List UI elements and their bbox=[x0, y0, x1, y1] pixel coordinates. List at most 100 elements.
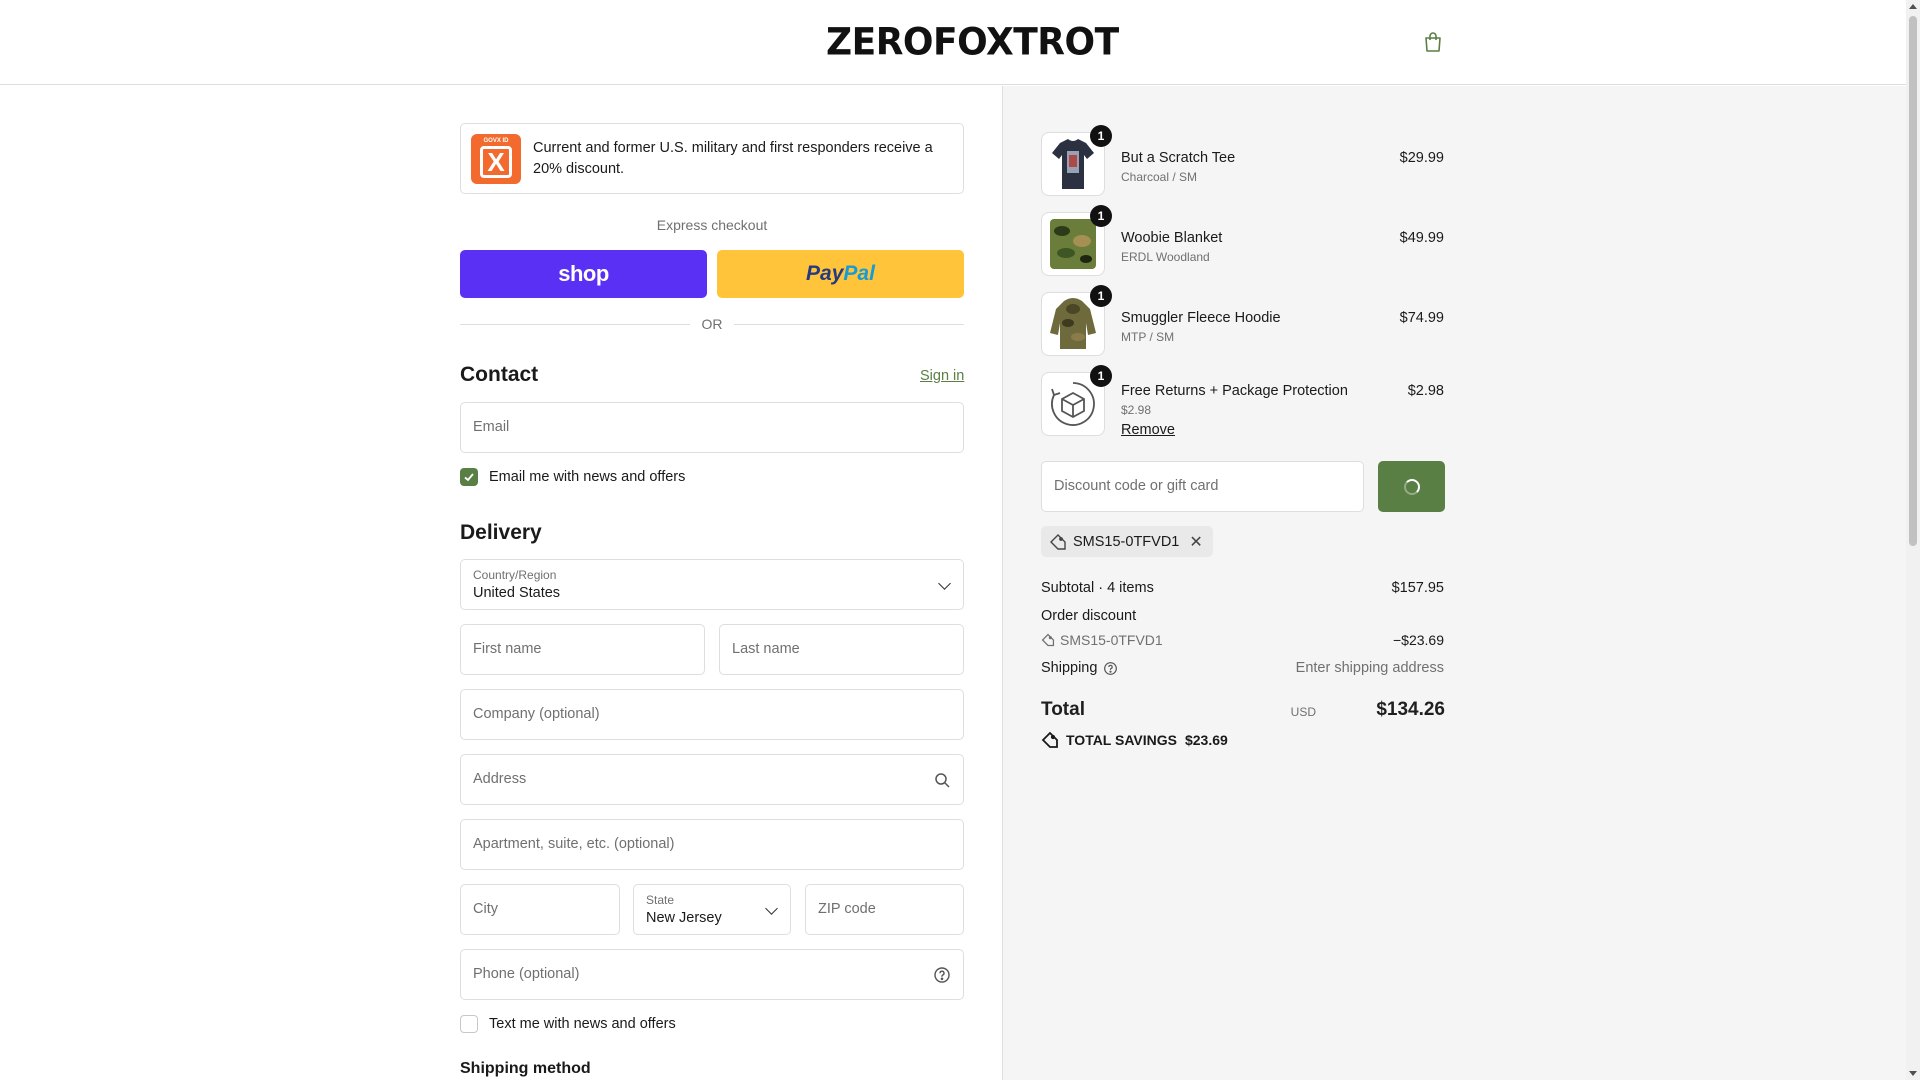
quantity-badge: 1 bbox=[1090, 365, 1112, 387]
paypal-button[interactable]: PayPal bbox=[717, 250, 964, 298]
apartment-field[interactable]: Apartment, suite, etc. (optional) bbox=[460, 819, 964, 870]
first-name-field[interactable]: First name bbox=[460, 624, 705, 675]
govx-logo-mark: X bbox=[480, 145, 512, 178]
savings-value: $23.69 bbox=[1184, 732, 1228, 748]
total-savings: TOTAL SAVINGS $23.69 bbox=[1041, 731, 1228, 749]
phone-field[interactable]: Phone (optional) bbox=[460, 949, 964, 1000]
email-placeholder: Email bbox=[473, 419, 510, 435]
email-news-label: Email me with news and offers bbox=[489, 469, 686, 485]
discount-code-info: SMS15-0TFVD1 bbox=[1041, 632, 1163, 648]
subtotal-label: Subtotal · 4 items bbox=[1041, 580, 1154, 596]
email-news-checkbox-row[interactable]: Email me with news and offers bbox=[460, 468, 685, 486]
email-news-checkbox[interactable] bbox=[460, 468, 478, 486]
govx-logo-label: GOVX ID bbox=[483, 137, 509, 144]
order-discount-row: Order discount bbox=[1041, 608, 1444, 624]
total-value: $134.26 bbox=[1376, 699, 1445, 720]
total-currency: USD bbox=[1290, 705, 1316, 719]
text-news-label: Text me with news and offers bbox=[489, 1016, 676, 1032]
last-name-field[interactable]: Last name bbox=[719, 624, 964, 675]
paypal-label: PayPal bbox=[806, 262, 875, 285]
checkmark-icon bbox=[464, 473, 474, 482]
shop-pay-button[interactable]: shop bbox=[460, 250, 707, 298]
quantity-badge: 1 bbox=[1090, 205, 1112, 227]
help-circle-icon[interactable] bbox=[1103, 661, 1118, 676]
discount-placeholder: Discount code or gift card bbox=[1054, 478, 1219, 494]
apply-discount-button[interactable] bbox=[1378, 461, 1445, 512]
tag-icon bbox=[1041, 633, 1055, 647]
state-select[interactable]: State New Jersey bbox=[633, 884, 791, 935]
shipping-label: Shipping bbox=[1041, 660, 1098, 676]
military-discount-banner: GOVX ID X Current and former U.S. milita… bbox=[460, 123, 964, 194]
shopping-bag-icon[interactable] bbox=[1421, 30, 1445, 54]
store-logo[interactable]: ZERO FOXTROT bbox=[826, 18, 1119, 66]
country-value: United States bbox=[473, 585, 561, 601]
city-field[interactable]: City bbox=[460, 884, 620, 935]
apartment-placeholder: Apartment, suite, etc. (optional) bbox=[473, 836, 675, 852]
page-scrollbar[interactable] bbox=[1906, 0, 1920, 1080]
email-field[interactable]: Email bbox=[460, 402, 964, 453]
applied-discount-chip: SMS15-0TFVD1 ✕ bbox=[1041, 526, 1213, 557]
item-name: But a Scratch Tee bbox=[1121, 150, 1236, 166]
subtotal-row: Subtotal · 4 items $157.95 bbox=[1041, 580, 1444, 596]
subtotal-value: $157.95 bbox=[1391, 580, 1444, 596]
text-news-checkbox-row[interactable]: Text me with news and offers bbox=[460, 1015, 676, 1033]
loading-spinner-icon bbox=[1403, 478, 1420, 495]
address-field[interactable]: Address bbox=[460, 754, 964, 805]
tag-icon bbox=[1041, 731, 1058, 748]
first-name-placeholder: First name bbox=[473, 641, 542, 657]
scroll-up-icon[interactable] bbox=[1909, 4, 1917, 9]
item-price: $2.98 bbox=[1407, 383, 1444, 399]
item-name: Woobie Blanket bbox=[1121, 230, 1223, 246]
search-icon bbox=[935, 773, 950, 788]
company-placeholder: Company (optional) bbox=[473, 706, 600, 722]
cart-item: 1 Woobie Blanket ERDL Woodland $49.99 bbox=[1041, 205, 1444, 276]
quantity-badge: 1 bbox=[1090, 285, 1112, 307]
item-name: Smuggler Fleece Hoodie bbox=[1121, 310, 1281, 326]
remove-discount-icon[interactable]: ✕ bbox=[1189, 532, 1202, 552]
sign-in-link[interactable]: Sign in bbox=[920, 368, 964, 384]
scroll-thumb[interactable] bbox=[1909, 16, 1917, 546]
cart-item: 1 Smuggler Fleece Hoodie MTP / SM $74.99 bbox=[1041, 285, 1444, 356]
savings-label: TOTAL SAVINGS bbox=[1066, 732, 1177, 748]
zip-placeholder: ZIP code bbox=[818, 901, 876, 917]
header: ZERO FOXTROT bbox=[0, 0, 1906, 85]
delivery-heading: Delivery bbox=[460, 521, 542, 544]
city-placeholder: City bbox=[473, 901, 498, 917]
company-field[interactable]: Company (optional) bbox=[460, 689, 964, 740]
zip-field[interactable]: ZIP code bbox=[805, 884, 964, 935]
scroll-down-icon[interactable] bbox=[1909, 1071, 1917, 1076]
help-circle-icon[interactable] bbox=[933, 966, 951, 984]
express-checkout-label: Express checkout bbox=[656, 217, 768, 233]
item-name: Free Returns + Package Protection bbox=[1121, 383, 1348, 399]
chevron-down-icon bbox=[765, 902, 778, 915]
remove-item-link[interactable]: Remove bbox=[1121, 422, 1175, 438]
discount-code-text: SMS15-0TFVD1 bbox=[1060, 632, 1163, 648]
text-news-checkbox[interactable] bbox=[460, 1015, 478, 1033]
item-variant: $2.98 bbox=[1121, 403, 1152, 417]
cart-item: 1 But a Scratch Tee Charcoal / SM $29.99 bbox=[1041, 125, 1444, 196]
discount-value: −$23.69 bbox=[1393, 632, 1444, 648]
country-label: Country/Region bbox=[473, 568, 557, 582]
item-variant: ERDL Woodland bbox=[1121, 250, 1210, 264]
order-discount-label: Order discount bbox=[1041, 608, 1137, 624]
country-select[interactable]: Country/Region United States bbox=[460, 559, 964, 610]
govx-logo-icon: GOVX ID X bbox=[471, 133, 521, 184]
shipping-row: Shipping Enter shipping address bbox=[1041, 660, 1444, 676]
contact-heading: Contact bbox=[460, 363, 539, 386]
phone-placeholder: Phone (optional) bbox=[473, 966, 580, 982]
last-name-placeholder: Last name bbox=[732, 641, 800, 657]
item-price: $49.99 bbox=[1399, 230, 1444, 246]
banner-text: Current and former U.S. military and fir… bbox=[533, 139, 933, 177]
state-value: New Jersey bbox=[646, 910, 722, 926]
item-variant: MTP / SM bbox=[1121, 330, 1175, 344]
tag-icon bbox=[1050, 533, 1066, 550]
discount-code-input[interactable]: Discount code or gift card bbox=[1041, 461, 1364, 512]
logo-text-right: FOXTROT bbox=[933, 20, 1119, 64]
state-label: State bbox=[646, 893, 675, 907]
applied-discount-code: SMS15-0TFVD1 bbox=[1073, 533, 1180, 550]
item-price: $74.99 bbox=[1399, 310, 1444, 326]
total-label: Total bbox=[1041, 699, 1085, 720]
shop-pay-label: shop bbox=[558, 261, 609, 286]
item-variant: Charcoal / SM bbox=[1121, 170, 1198, 184]
shipping-method-heading: Shipping method bbox=[460, 1060, 591, 1077]
